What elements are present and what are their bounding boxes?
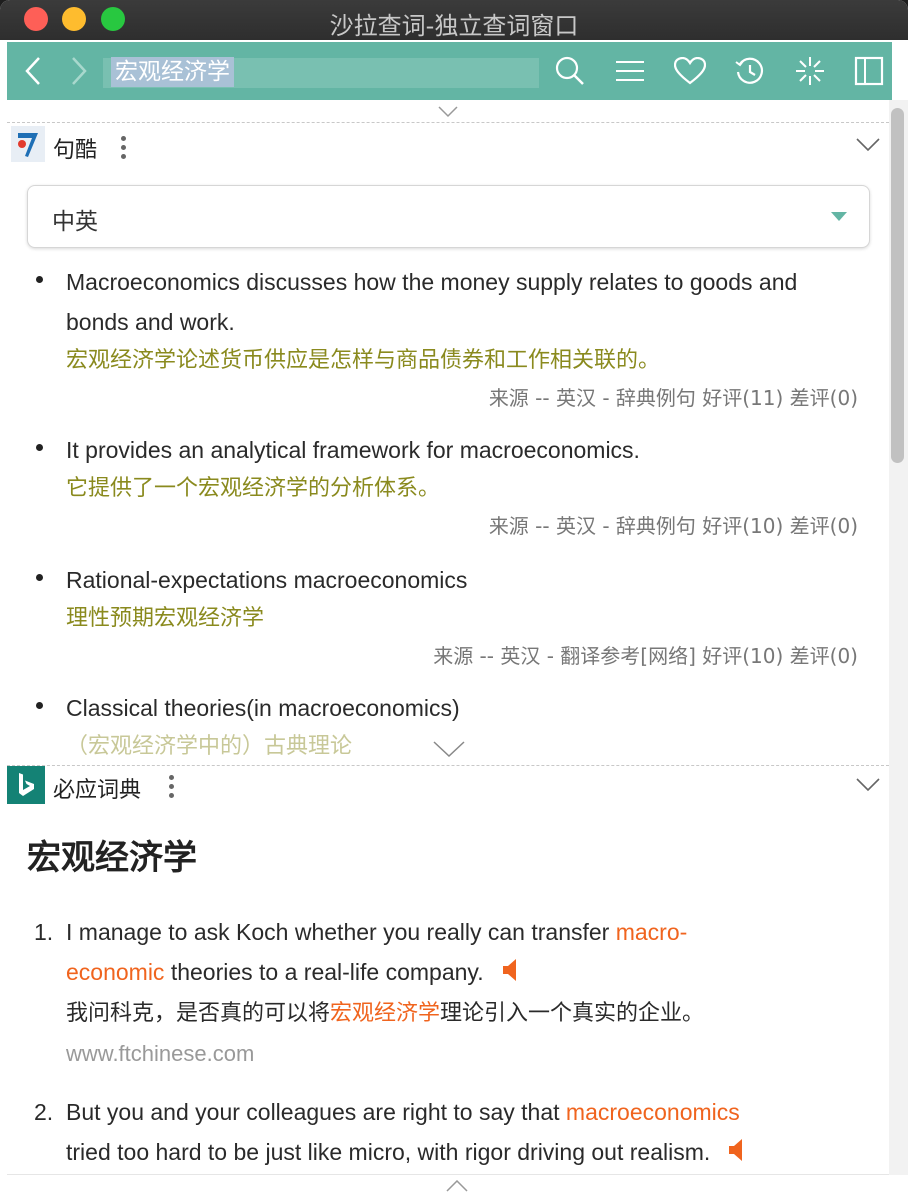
menu-button[interactable] [613, 42, 647, 100]
collapse-all-chevron-icon[interactable] [438, 106, 458, 118]
item-number: 1. [34, 919, 54, 945]
caret-down-icon [831, 212, 847, 221]
divider [7, 765, 889, 766]
example-english: It provides an analytical framework for … [66, 437, 640, 463]
bullet [36, 444, 43, 451]
favorite-button[interactable] [673, 42, 707, 100]
sidebar-button[interactable] [853, 42, 885, 100]
window-title: 沙拉查词-独立查词窗口 [329, 12, 579, 40]
text-segment: I manage to ask Koch whether you really … [66, 919, 616, 945]
example-source: 来源 -- 英汉 - 翻译参考[网络] 好评(10) 差评(0) [433, 644, 858, 668]
sparkle-icon [796, 57, 824, 85]
sentence-english: I manage to ask Koch whether you really … [66, 912, 856, 994]
language-select[interactable]: 中英 [27, 185, 870, 248]
text-segment: tried too hard to be just like micro, wi… [66, 1139, 711, 1165]
jukuu-logo-icon [18, 133, 38, 157]
text-segment: 我问科克，是否真的可以将 [66, 1000, 331, 1026]
back-icon [25, 57, 40, 85]
bullet [36, 702, 43, 709]
jukuu-logo [11, 126, 45, 162]
back-button[interactable] [19, 42, 47, 100]
scrollbar-thumb[interactable] [891, 108, 904, 463]
menu-icon [616, 61, 644, 81]
forward-button[interactable] [65, 42, 93, 100]
bing-more-icon[interactable] [169, 775, 175, 802]
expand-more-chevron-icon[interactable] [433, 741, 465, 757]
example-source: 来源 -- 英汉 - 辞典例句 好评(10) 差评(0) [488, 514, 858, 538]
bullet [36, 276, 43, 283]
history-button[interactable] [733, 42, 767, 100]
list-item: 1. I manage to ask Koch whether you real… [34, 912, 856, 1074]
headword: 宏观经济学 [27, 838, 197, 878]
example-chinese: （宏观经济学中的）古典理论 [66, 734, 353, 759]
search-button[interactable] [553, 42, 587, 100]
example-chinese: 宏观经济学论述货币供应是怎样与商品债券和工作相关联的。 [66, 348, 661, 373]
example-source: 来源 -- 英汉 - 辞典例句 好评(11) 差评(0) [488, 386, 858, 410]
jukuu-title: 句酷 [53, 138, 98, 163]
sentence-english: But you and your colleagues are right to… [66, 1092, 856, 1174]
speaker-icon[interactable] [728, 1134, 746, 1174]
highlighted-term: 宏观经济学 [330, 1000, 441, 1026]
title-bar: 沙拉查词-独立查词窗口 [0, 0, 908, 40]
example-english: Macroeconomics discusses how the money s… [66, 269, 798, 335]
heart-icon [674, 57, 706, 85]
text-segment: theories to a real-life company. [164, 959, 484, 985]
example-item: Macroeconomics discusses how the money s… [36, 262, 866, 416]
text-segment: But you and your colleagues are right to… [66, 1099, 566, 1125]
highlighted-term: macro- [615, 919, 688, 945]
sidebar-icon [854, 56, 884, 86]
sentence-source-link[interactable]: www.ftchinese.com [66, 1034, 856, 1074]
example-item: Rational-expectations macroeconomics 理性预… [36, 560, 866, 674]
bing-title: 必应词典 [53, 778, 142, 803]
item-number: 2. [34, 1099, 54, 1125]
search-input-value[interactable]: 宏观经济学 [111, 57, 234, 87]
dictionary-window: 沙拉查词-独立查词窗口 宏观经济学 句酷 中英 Macroeconomics d… [0, 0, 908, 1192]
example-chinese: 理性预期宏观经济学 [66, 606, 265, 631]
language-select-value: 中英 [52, 209, 98, 235]
example-item: Classical theories(in macroeconomics) （宏… [36, 688, 866, 766]
sentence-chinese: 我问科克，是否真的可以将宏观经济学理论引入一个真实的企业。 [66, 994, 856, 1034]
example-chinese: 它提供了一个宏观经济学的分析体系。 [66, 476, 441, 501]
bing-collapse-chevron-icon[interactable] [856, 778, 880, 792]
highlighted-term: economic [66, 959, 165, 985]
jukuu-more-icon[interactable] [121, 136, 127, 163]
search-icon [555, 56, 584, 85]
bing-logo-icon [19, 773, 34, 796]
example-english: Rational-expectations macroeconomics [66, 567, 468, 593]
toolbar: 宏观经济学 [7, 42, 892, 100]
list-item: 2. But you and your colleagues are right… [34, 1092, 856, 1174]
settings-button[interactable] [793, 42, 827, 100]
highlighted-term: macroeconomics [565, 1099, 740, 1125]
jukuu-collapse-chevron-icon[interactable] [856, 138, 880, 152]
scroll-top-chevron-icon[interactable] [446, 1180, 468, 1192]
bullet [36, 574, 43, 581]
speaker-icon[interactable] [502, 954, 520, 994]
divider [7, 122, 889, 123]
example-item: It provides an analytical framework for … [36, 430, 866, 544]
bing-logo [7, 766, 45, 804]
forward-icon [72, 57, 87, 85]
example-english: Classical theories(in macroeconomics) [66, 695, 460, 721]
text-segment: 理论引入一个真实的企业。 [440, 1000, 705, 1026]
history-icon [735, 57, 764, 84]
